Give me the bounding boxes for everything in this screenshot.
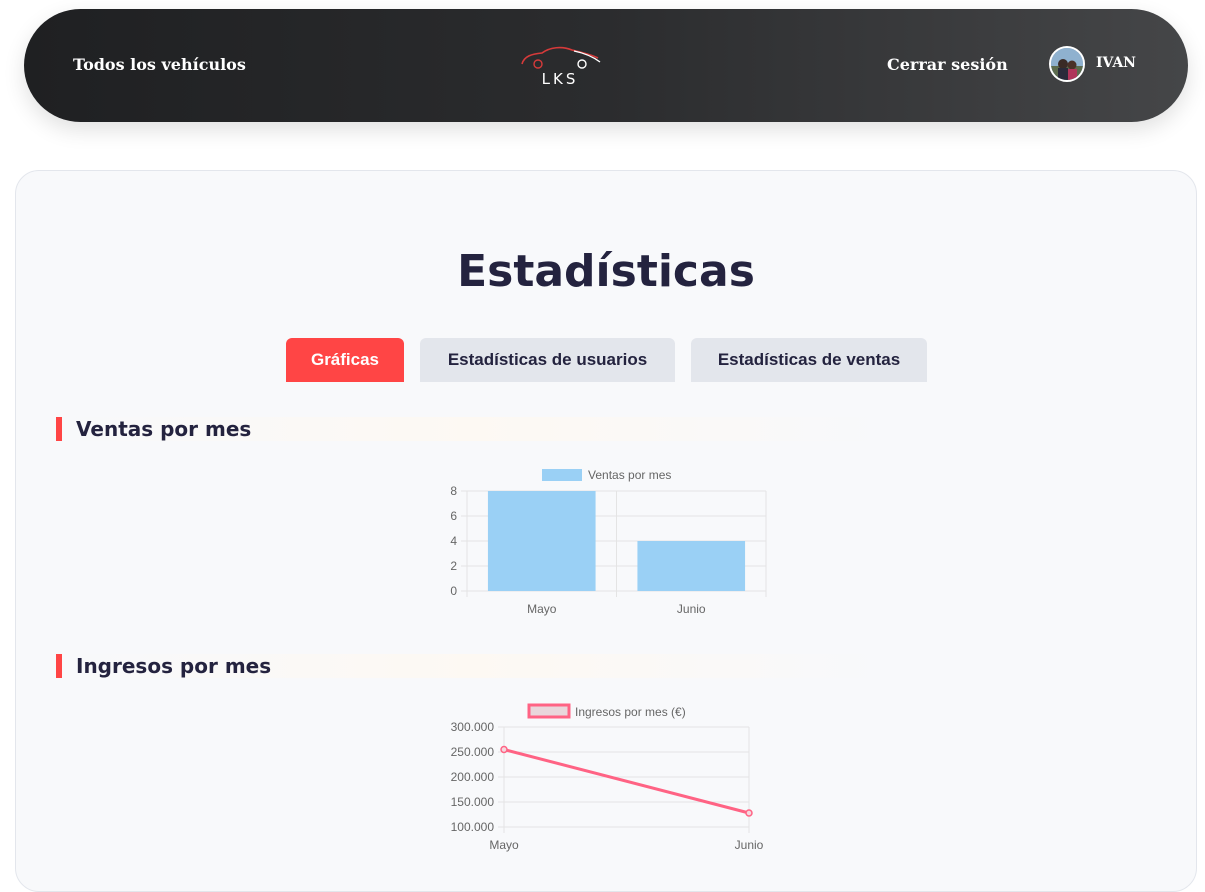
- x-tick-label: Mayo: [527, 602, 557, 616]
- x-tick-label: Junio: [677, 602, 706, 616]
- legend-swatch: [542, 469, 582, 481]
- sales-section-header: Ventas por mes: [56, 417, 882, 441]
- x-tick-label: Mayo: [489, 838, 519, 852]
- lks-logo[interactable]: LKS: [518, 44, 602, 96]
- page-title: Estadísticas: [457, 246, 755, 297]
- tab-sales-stats[interactable]: Estadísticas de ventas: [691, 338, 927, 382]
- y-tick-label: 200.000: [451, 770, 495, 784]
- x-tick-label: Junio: [735, 838, 764, 852]
- y-tick-label: 250.000: [451, 745, 495, 759]
- income-section-header: Ingresos por mes: [56, 654, 882, 678]
- user-photo-icon: [1051, 48, 1083, 80]
- logo-text: LKS: [541, 70, 579, 88]
- y-tick-label: 4: [450, 534, 457, 548]
- avatar[interactable]: [1049, 46, 1085, 82]
- tab-user-stats[interactable]: Estadísticas de usuarios: [420, 338, 675, 382]
- user-name[interactable]: IVAN: [1096, 55, 1136, 71]
- y-tick-label: 150.000: [451, 795, 495, 809]
- sales-section-title: Ventas por mes: [76, 417, 252, 441]
- bar: [487, 491, 596, 591]
- legend-label: Ingresos por mes (€): [575, 705, 686, 719]
- sales-bar-chart: Ventas por mes 0 2 4 6 8 Mayo Junio: [450, 468, 767, 616]
- legend-label: Ventas por mes: [588, 468, 671, 482]
- y-tick-label: 6: [450, 509, 457, 523]
- legend-swatch: [527, 703, 571, 719]
- income-section-title: Ingresos por mes: [76, 654, 272, 678]
- y-tick-label: 0: [450, 584, 457, 598]
- y-tick-label: 2: [450, 559, 457, 573]
- data-point: [500, 745, 508, 754]
- all-vehicles-link[interactable]: Todos los vehículos: [73, 55, 246, 74]
- tab-graficas[interactable]: Gráficas: [286, 338, 404, 382]
- y-tick-label: 300.000: [451, 720, 495, 734]
- bar: [637, 541, 746, 591]
- logout-link[interactable]: Cerrar sesión: [887, 55, 1008, 74]
- top-navbar: Todos los vehículos LKS Cerrar sesión IV…: [24, 9, 1188, 122]
- income-line-chart: Ingresos por mes (€) 100.000 150.000 200.00…: [451, 703, 764, 852]
- car-logo-icon: [521, 46, 601, 69]
- statistics-card: Estadísticas Gráficas Estadísticas de us…: [15, 170, 1197, 892]
- series-line: [503, 748, 750, 815]
- y-tick-label: 8: [450, 484, 457, 498]
- y-tick-label: 100.000: [451, 820, 495, 834]
- data-point: [745, 809, 753, 817]
